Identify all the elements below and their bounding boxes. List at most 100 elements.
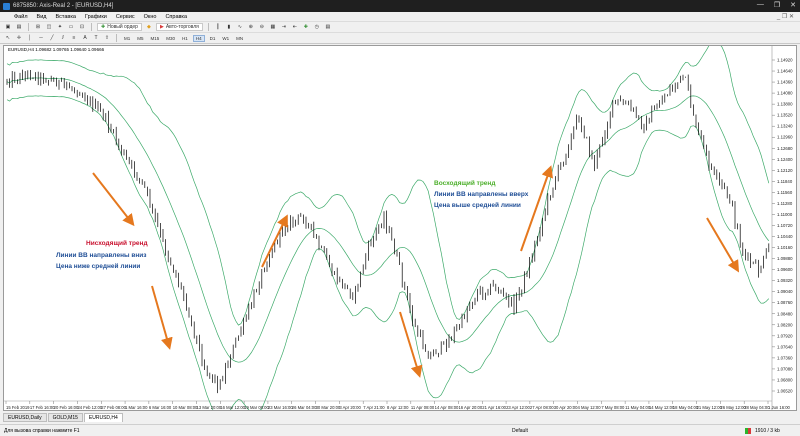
uptrend-title: Восходящий тренд bbox=[434, 179, 495, 187]
trend-arrow bbox=[520, 165, 553, 252]
timeframe-d1[interactable]: D1 bbox=[208, 36, 218, 41]
price-label: 1.13520 bbox=[777, 113, 793, 118]
price-label: 1.08760 bbox=[777, 300, 793, 305]
timeframe-m1[interactable]: M1 bbox=[122, 36, 132, 41]
profiles-icon[interactable]: ▤ bbox=[15, 23, 23, 31]
autoscroll-icon[interactable]: ⇥ bbox=[280, 23, 288, 31]
data-window-icon[interactable]: ◫ bbox=[45, 23, 53, 31]
price-label: 1.12120 bbox=[777, 168, 793, 173]
minimize-button[interactable]: — bbox=[757, 1, 764, 9]
timeframe-m15[interactable]: M15 bbox=[149, 36, 162, 41]
price-label: 1.10160 bbox=[777, 245, 793, 250]
menu-insert[interactable]: Вставка bbox=[55, 14, 75, 20]
line-chart-icon[interactable]: ∿ bbox=[236, 23, 244, 31]
text-tool-icon[interactable]: A bbox=[81, 34, 89, 42]
vertical-line-icon[interactable]: │ bbox=[26, 34, 34, 42]
chart-window[interactable]: EURUSD,H4 1.09682 1.09765 1.09640 1.0966… bbox=[3, 41, 797, 422]
time-label: 27 Feb 08:00 bbox=[101, 405, 126, 410]
time-label: 16 Mar 12:00 bbox=[220, 405, 245, 410]
menu-file[interactable]: Файл bbox=[14, 14, 28, 20]
new-chart-icon[interactable]: ▣ bbox=[4, 23, 12, 31]
timeframe-h1[interactable]: H1 bbox=[180, 36, 190, 41]
price-label: 1.10440 bbox=[777, 234, 793, 239]
new-order-button[interactable]: ✚ Новый ордер bbox=[97, 23, 142, 31]
arrows-icon[interactable]: ⇧ bbox=[103, 34, 111, 42]
time-label: 20 Feb 16:00 bbox=[54, 405, 79, 410]
candlestick-icon[interactable]: ▮ bbox=[225, 23, 233, 31]
price-label: 1.11000 bbox=[777, 212, 793, 217]
price-label: 1.07360 bbox=[777, 355, 793, 360]
tile-windows-icon[interactable]: ▦ bbox=[269, 23, 277, 31]
time-label: 3 Apr 20:00 bbox=[339, 405, 361, 410]
time-label: 23 Apr 12:00 bbox=[506, 405, 530, 410]
menu-help[interactable]: Справка bbox=[165, 14, 187, 20]
indicators-icon[interactable]: ✚ bbox=[302, 23, 310, 31]
downtrend-annotation: Нисходящий тренд Линии BB направлены вни… bbox=[56, 239, 148, 270]
zoom-out-icon[interactable]: ⊖ bbox=[258, 23, 266, 31]
trend-arrow bbox=[151, 285, 173, 350]
toolbar-separator bbox=[207, 23, 209, 31]
time-label: 7 Apr 21:00 bbox=[363, 405, 385, 410]
status-bar: Для вызова справки нажмите F1 Default 19… bbox=[0, 424, 800, 436]
price-label: 1.10720 bbox=[777, 223, 793, 228]
app-icon bbox=[3, 2, 10, 10]
timeframe-h4[interactable]: H4 bbox=[192, 34, 205, 42]
price-label: 1.08200 bbox=[777, 322, 793, 327]
metaeditor-icon[interactable]: ◆ bbox=[145, 23, 153, 31]
chart-shift-icon[interactable]: ⇤ bbox=[291, 23, 299, 31]
price-label: 1.14640 bbox=[777, 69, 793, 74]
horizontal-line-icon[interactable]: ─ bbox=[37, 34, 45, 42]
status-traffic: 1910 / 3 kb bbox=[755, 428, 780, 434]
downtrend-line2: Цена ниже средней линии bbox=[56, 262, 140, 270]
menu-view[interactable]: Вид bbox=[37, 14, 47, 20]
timeframe-mn[interactable]: MN bbox=[234, 36, 245, 41]
connection-icon bbox=[745, 428, 751, 434]
price-label: 1.06520 bbox=[777, 389, 793, 394]
timeframe-w1[interactable]: W1 bbox=[220, 36, 231, 41]
navigator-icon[interactable]: ✦ bbox=[56, 23, 64, 31]
time-label: 6 Mar 16:00 bbox=[149, 405, 172, 410]
market-watch-icon[interactable]: ⊞ bbox=[34, 23, 42, 31]
maximize-button[interactable]: ❐ bbox=[774, 1, 780, 9]
menu-tools[interactable]: Сервис bbox=[116, 14, 135, 20]
autotrading-button[interactable]: ▶ Авто-торговля bbox=[155, 23, 203, 31]
autotrading-label: Авто-торговля bbox=[165, 24, 199, 30]
chart-header: EURUSD,H4 1.09682 1.09765 1.09640 1.0966… bbox=[8, 47, 105, 52]
price-chart[interactable]: 1.14920 1.14640 1.14360 1.14080 1.13800 1.135… bbox=[4, 41, 796, 422]
trendline-icon[interactable]: ╱ bbox=[48, 34, 56, 42]
price-label: 1.06800 bbox=[777, 377, 793, 382]
zoom-in-icon[interactable]: ⊕ bbox=[247, 23, 255, 31]
time-label: 26 May 12:00 bbox=[720, 405, 746, 410]
tab-eurusd-h4[interactable]: EURUSD,H4 bbox=[83, 413, 123, 422]
price-label: 1.07640 bbox=[777, 344, 793, 349]
close-button[interactable]: ✕ bbox=[790, 1, 796, 9]
child-window-controls[interactable]: _ ❐ ✕ bbox=[777, 13, 794, 20]
tester-icon[interactable]: ⊡ bbox=[78, 23, 86, 31]
candles bbox=[6, 69, 770, 394]
time-label: 8 Apr 12:00 bbox=[387, 405, 409, 410]
menu-charts[interactable]: Графики bbox=[85, 14, 107, 20]
time-label: 15 Feb 2019 bbox=[6, 405, 30, 410]
new-order-label: Новый ордер bbox=[107, 24, 138, 30]
channel-icon[interactable]: ⫽ bbox=[59, 34, 67, 42]
text-label-icon[interactable]: T bbox=[92, 34, 100, 42]
time-label: 21 Apr 16:00 bbox=[482, 405, 506, 410]
downtrend-title: Нисходящий тренд bbox=[86, 239, 148, 247]
tab-gold-m15[interactable]: GOLD,M15 bbox=[47, 413, 83, 422]
trend-arrow bbox=[92, 172, 135, 227]
timeframe-m30[interactable]: M30 bbox=[164, 36, 177, 41]
crosshair-icon[interactable]: ✛ bbox=[15, 34, 23, 42]
templates-icon[interactable]: ▤ bbox=[324, 23, 332, 31]
menu-window[interactable]: Окно bbox=[144, 14, 157, 20]
cursor-icon[interactable]: ↖ bbox=[4, 34, 12, 42]
fibonacci-icon[interactable]: ≡ bbox=[70, 34, 78, 42]
downtrend-line1: Линии BB направлены вниз bbox=[56, 252, 147, 259]
tab-eurusd-daily[interactable]: EURUSD,Daily bbox=[3, 413, 47, 422]
time-label: 11 Apr 08:00 bbox=[411, 405, 435, 410]
price-label: 1.09320 bbox=[777, 278, 793, 283]
terminal-icon[interactable]: ▭ bbox=[67, 23, 75, 31]
timeframe-m5[interactable]: M5 bbox=[135, 36, 145, 41]
toolbar-separator bbox=[91, 23, 92, 31]
bar-chart-icon[interactable]: ┃ bbox=[214, 23, 222, 31]
periods-icon[interactable]: ◷ bbox=[313, 23, 321, 31]
